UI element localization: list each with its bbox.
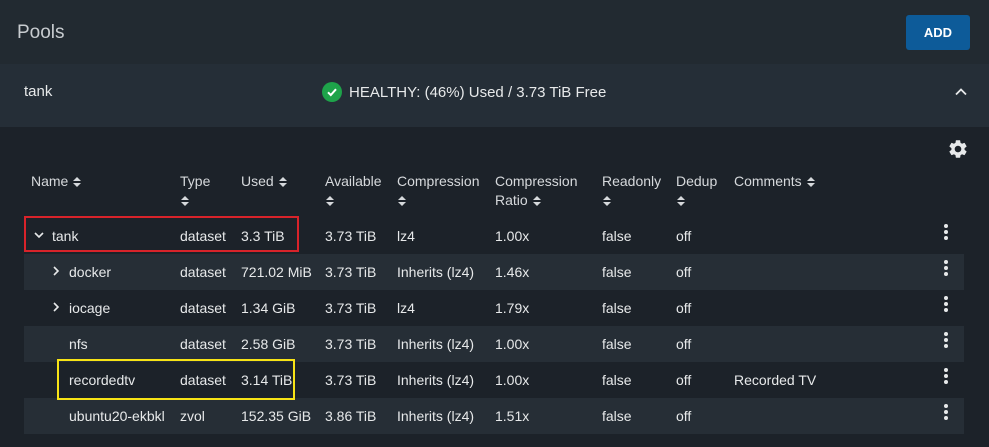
dataset-used: 152.35 GiB: [241, 408, 312, 424]
dataset-type: dataset: [180, 264, 226, 280]
dataset-type: dataset: [180, 336, 226, 352]
more-vert-icon[interactable]: [943, 367, 949, 385]
dataset-readonly: false: [602, 408, 632, 424]
dataset-readonly: false: [602, 264, 632, 280]
add-button[interactable]: ADD: [906, 15, 970, 50]
more-vert-icon[interactable]: [943, 331, 949, 349]
table-row[interactable]: iocage dataset 1.34 GiB 3.73 TiB lz4 1.7…: [24, 290, 964, 326]
sort-icon: [278, 177, 287, 188]
sort-icon: [677, 196, 685, 207]
sort-icon: [532, 196, 541, 207]
dataset-ratio: 1.00x: [495, 336, 530, 352]
dataset-used: 2.58 GiB: [241, 336, 296, 352]
chevron-right-icon[interactable]: [51, 266, 61, 276]
dataset-compression: Inherits (lz4): [397, 372, 475, 388]
table-row[interactable]: nfs dataset 2.58 GiB 3.73 TiB Inherits (…: [24, 326, 964, 362]
dataset-compression: Inherits (lz4): [397, 336, 475, 352]
column-header-dedup[interactable]: Dedup: [676, 172, 717, 210]
column-header-used[interactable]: Used: [241, 172, 288, 191]
chevron-up-icon[interactable]: [954, 85, 968, 99]
pool-status-text: HEALTHY: (46%) Used / 3.73 TiB Free: [349, 83, 607, 101]
dataset-comments: Recorded TV: [734, 372, 817, 388]
dataset-dedup: off: [676, 228, 692, 244]
dataset-available: 3.73 TiB: [325, 228, 377, 244]
sort-icon: [181, 196, 189, 207]
dataset-compression: Inherits (lz4): [397, 264, 475, 280]
dataset-dedup: off: [676, 336, 692, 352]
dataset-available: 3.73 TiB: [325, 336, 377, 352]
more-vert-icon[interactable]: [943, 223, 949, 241]
page-header: Pools ADD: [0, 0, 989, 64]
check-circle-icon: [322, 82, 342, 102]
dataset-type: dataset: [180, 300, 226, 316]
table-row[interactable]: docker dataset 721.02 MiB 3.73 TiB Inher…: [24, 254, 964, 290]
dataset-ratio: 1.00x: [495, 228, 530, 244]
column-header-comments[interactable]: Comments: [734, 172, 816, 191]
highlight-box-yellow: [57, 359, 295, 400]
dataset-available: 3.73 TiB: [325, 264, 377, 280]
pool-name: tank: [24, 83, 53, 100]
dataset-ratio: 1.00x: [495, 372, 530, 388]
more-vert-icon[interactable]: [943, 295, 949, 313]
highlight-box-red: [24, 216, 299, 252]
dataset-available: 3.73 TiB: [325, 300, 377, 316]
dataset-type: zvol: [180, 408, 205, 424]
dataset-used: 1.34 GiB: [241, 300, 296, 316]
dataset-dedup: off: [676, 408, 692, 424]
dataset-dedup: off: [676, 300, 692, 316]
pool-status: HEALTHY: (46%) Used / 3.73 TiB Free: [322, 82, 606, 102]
column-header-compression-ratio[interactable]: Compression Ratio: [495, 172, 577, 210]
page-title: Pools: [17, 22, 65, 43]
dataset-dedup: off: [676, 264, 692, 280]
dataset-available: 3.86 TiB: [325, 408, 377, 424]
sort-icon: [806, 177, 815, 188]
dataset-readonly: false: [602, 300, 632, 316]
sort-icon: [603, 196, 611, 207]
dataset-readonly: false: [602, 336, 632, 352]
column-header-available[interactable]: Available: [325, 172, 382, 210]
more-vert-icon[interactable]: [943, 403, 949, 421]
dataset-name[interactable]: ubuntu20-ekbkl: [69, 408, 165, 424]
column-header-name[interactable]: Name: [31, 172, 82, 191]
column-header-compression[interactable]: Compression: [397, 172, 479, 210]
sort-icon: [326, 196, 334, 207]
dataset-used: 721.02 MiB: [241, 264, 312, 280]
dataset-compression: lz4: [397, 300, 415, 316]
sort-icon: [73, 177, 82, 188]
dataset-compression: lz4: [397, 228, 415, 244]
dataset-name[interactable]: docker: [69, 264, 111, 280]
dataset-dedup: off: [676, 372, 692, 388]
dataset-ratio: 1.46x: [495, 264, 530, 280]
dataset-name[interactable]: iocage: [69, 300, 110, 316]
column-header-readonly[interactable]: Readonly: [602, 172, 661, 210]
dataset-readonly: false: [602, 372, 632, 388]
dataset-available: 3.73 TiB: [325, 372, 377, 388]
sort-icon: [398, 196, 406, 207]
column-header-type[interactable]: Type: [180, 172, 210, 210]
more-vert-icon[interactable]: [943, 259, 949, 277]
dataset-name[interactable]: nfs: [69, 336, 88, 352]
dataset-ratio: 1.79x: [495, 300, 530, 316]
gear-icon[interactable]: [947, 138, 969, 160]
dataset-readonly: false: [602, 228, 632, 244]
dataset-compression: Inherits (lz4): [397, 408, 475, 424]
table-row[interactable]: ubuntu20-ekbkl zvol 152.35 GiB 3.86 TiB …: [24, 398, 964, 434]
dataset-ratio: 1.51x: [495, 408, 530, 424]
chevron-right-icon[interactable]: [51, 302, 61, 312]
